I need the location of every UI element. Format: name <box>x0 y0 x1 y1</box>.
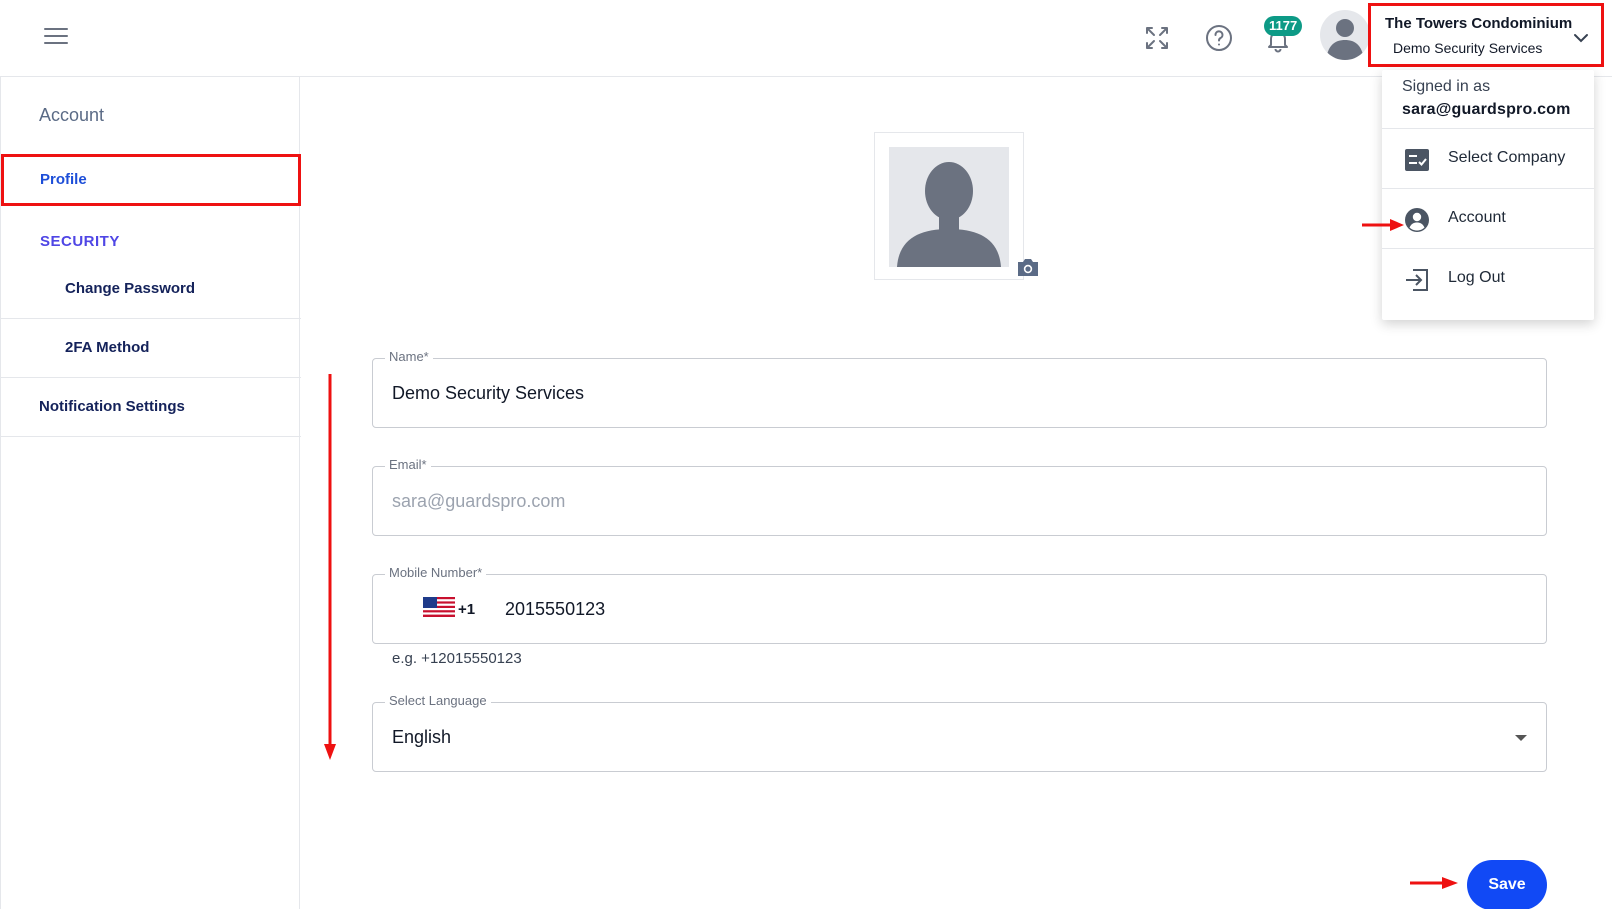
email-value: sara@guardspro.com <box>392 491 566 511</box>
menu-item-account[interactable]: Account <box>1382 188 1594 248</box>
email-field[interactable]: Email* sara@guardspro.com <box>372 457 1547 536</box>
mobile-number-label: Mobile Number* <box>385 565 487 580</box>
menu-item-label: Select Company <box>1448 149 1566 166</box>
dial-code: +1 <box>458 601 476 618</box>
chevron-down-icon <box>1574 34 1588 43</box>
name-label: Name* <box>385 349 433 364</box>
mobile-number-field[interactable]: Mobile Number* +1 2015550123 <box>372 565 1547 644</box>
signed-in-label: Signed in as <box>1402 78 1491 95</box>
mobile-number-value: 2015550123 <box>505 599 606 619</box>
page: 1177 The Towers Condominium Demo Securit… <box>0 0 1612 909</box>
sidebar-item-profile[interactable]: Profile <box>1 154 301 206</box>
menu-item-select-company[interactable]: Select Company <box>1382 128 1594 188</box>
sidebar-security-heading: SECURITY <box>40 233 120 250</box>
fullscreen-icon[interactable] <box>1143 24 1171 52</box>
sidebar-item-change-password[interactable]: Change Password <box>1 261 301 319</box>
company-subtitle: Demo Security Services <box>1393 40 1543 56</box>
sidebar-item-notification-settings[interactable]: Notification Settings <box>1 379 301 437</box>
name-value: Demo Security Services <box>392 383 585 403</box>
menu-icon[interactable] <box>44 28 68 46</box>
signed-in-email: sara@guardspro.com <box>1402 101 1571 118</box>
profile-photo-placeholder <box>889 147 1009 267</box>
sidebar-item-label: Change Password <box>65 280 196 297</box>
dropdown-arrow-icon <box>1515 735 1527 741</box>
profile-photo <box>874 132 1024 280</box>
name-field[interactable]: Name* Demo Security Services <box>372 349 1547 428</box>
account-dropdown-menu: Signed in as sara@guardspro.com Select C… <box>1382 70 1594 320</box>
sidebar-item-2fa-method[interactable]: 2FA Method <box>1 320 301 378</box>
menu-item-log-out[interactable]: Log Out <box>1382 248 1594 308</box>
company-name: The Towers Condominium <box>1385 15 1573 32</box>
account-circle-icon <box>1405 208 1429 232</box>
annotation-arrow-save <box>1410 877 1458 889</box>
avatar[interactable] <box>1320 10 1370 60</box>
sidebar-heading: Account <box>39 105 105 125</box>
company-selector[interactable]: The Towers Condominium Demo Security Ser… <box>1368 3 1604 67</box>
sidebar-item-label: Notification Settings <box>39 398 185 415</box>
top-bar: 1177 The Towers Condominium Demo Securit… <box>0 0 1612 77</box>
sidebar-item-label: Profile <box>40 171 87 188</box>
help-icon[interactable] <box>1205 24 1233 52</box>
menu-item-label: Account <box>1448 209 1506 226</box>
mobile-number-hint: e.g. +12015550123 <box>392 650 522 667</box>
language-select[interactable]: Select Language English <box>372 693 1547 772</box>
sidebar-item-label: 2FA Method <box>65 339 150 356</box>
save-button[interactable]: Save <box>1467 860 1547 909</box>
email-label: Email* <box>385 457 431 472</box>
language-label: Select Language <box>385 693 491 708</box>
language-value: English <box>392 727 452 747</box>
us-flag-icon[interactable] <box>423 597 455 617</box>
checklist-icon <box>1405 149 1429 171</box>
logout-icon <box>1406 269 1428 291</box>
sidebar: Account Profile SECURITY Change Password… <box>0 77 301 909</box>
camera-icon[interactable] <box>1016 256 1040 278</box>
notification-badge: 1177 <box>1264 16 1303 36</box>
menu-item-label: Log Out <box>1448 269 1505 286</box>
annotation-arrow-scroll-down <box>324 374 336 760</box>
